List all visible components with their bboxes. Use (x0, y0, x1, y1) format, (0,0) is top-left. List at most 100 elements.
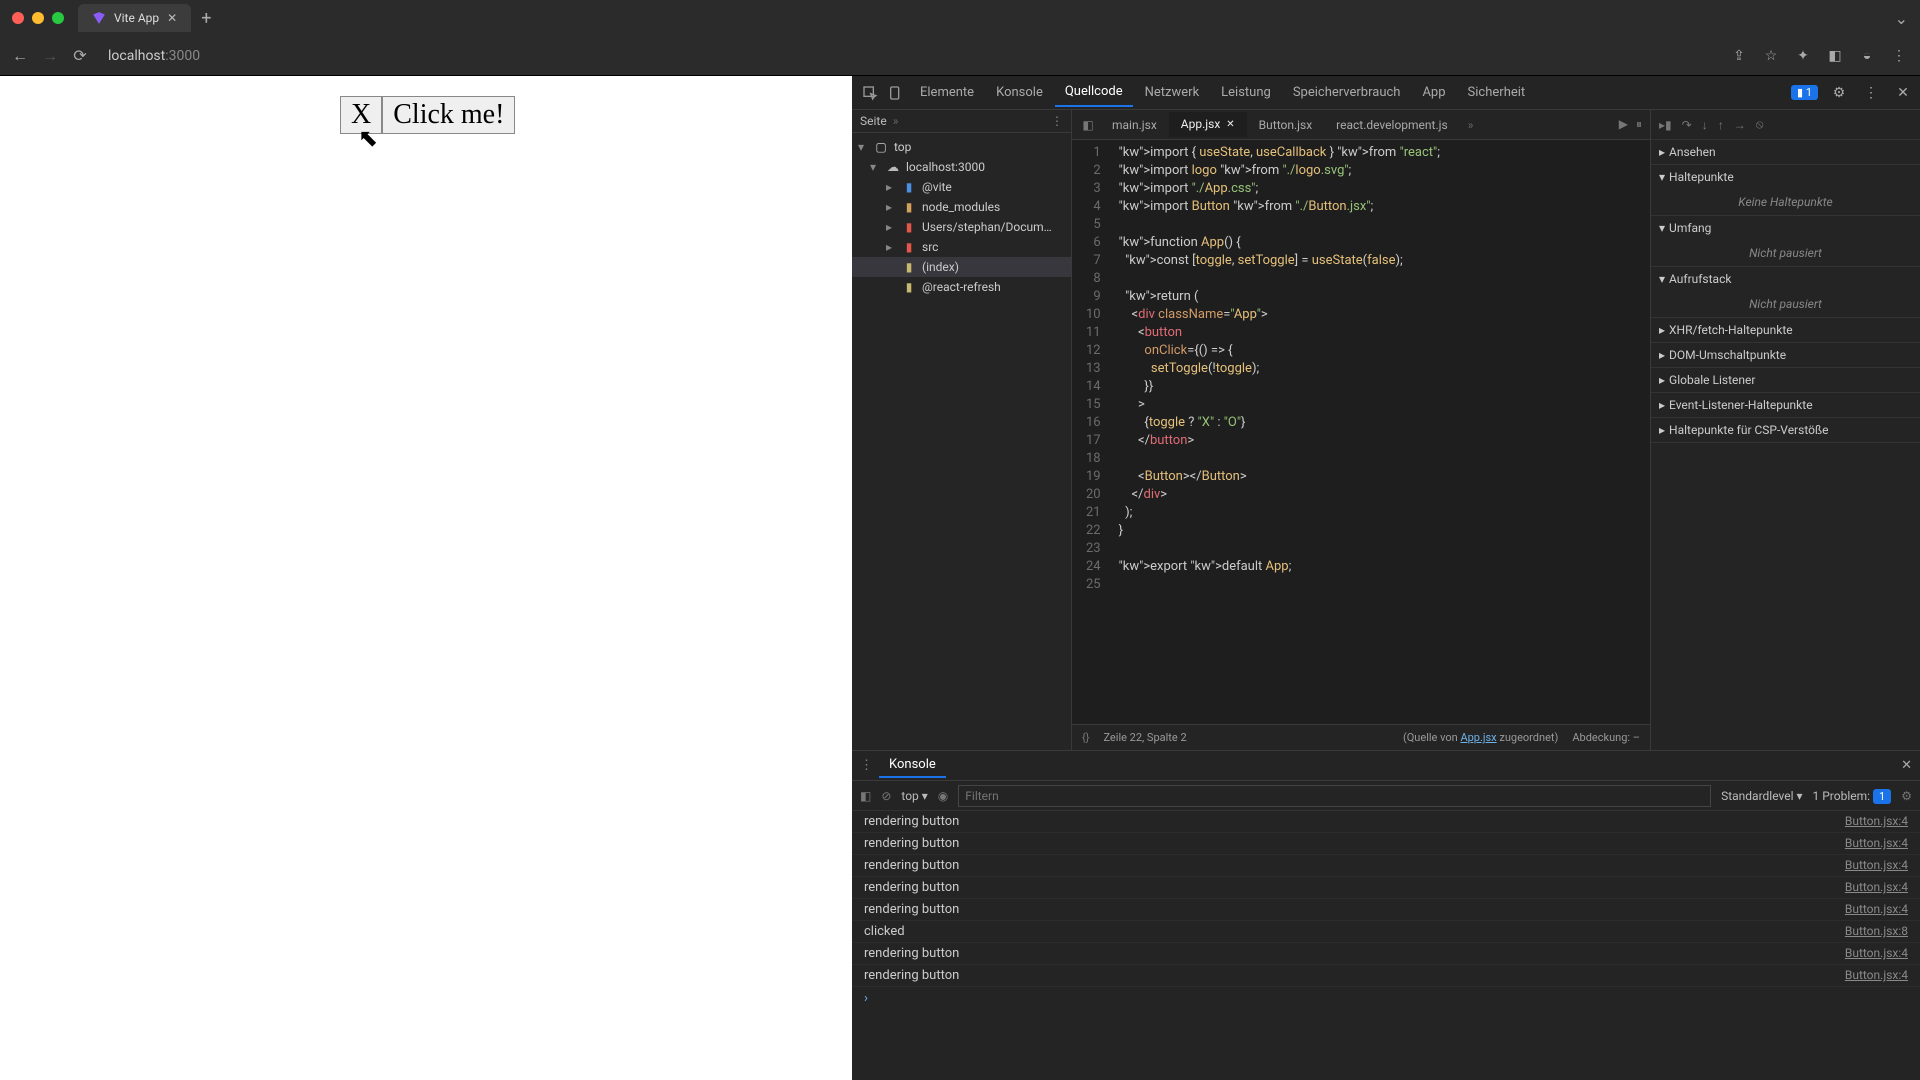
tree-item[interactable]: ▸▮src (852, 237, 1071, 257)
drawer-menu-icon[interactable]: ⋮ (860, 758, 873, 773)
browser-tab-bar: Vite App ✕ + (78, 0, 211, 36)
window-title-bar: Vite App ✕ + ⌄ (0, 0, 1920, 36)
console-sidebar-toggle-icon[interactable]: ◧ (860, 789, 871, 803)
editor-tab[interactable]: Button.jsx (1247, 113, 1324, 137)
console-log-row: rendering buttonButton.jsx:4 (852, 899, 1920, 921)
step-icon[interactable]: → (1734, 118, 1746, 132)
profile-icon[interactable]: ◒ (1856, 47, 1878, 64)
source-map-link[interactable]: App.jsx (1460, 731, 1496, 744)
chevron-right-icon[interactable]: » (893, 114, 899, 128)
log-source-link[interactable]: Button.jsx:4 (1845, 968, 1908, 983)
close-window-icon[interactable] (12, 12, 24, 24)
console-drawer-tab[interactable]: Konsole (879, 753, 946, 778)
editor-body[interactable]: 1234567891011121314151617181920212223242… (1072, 140, 1650, 724)
step-into-icon[interactable]: ↓ (1702, 118, 1708, 132)
log-level-dropdown[interactable]: Standardlevel ▾ (1721, 789, 1802, 803)
devtools-tab-leistung[interactable]: Leistung (1211, 79, 1281, 106)
breakpoints-section[interactable]: ▾ Haltepunkte (1651, 165, 1920, 189)
more-icon[interactable]: ⋮ (1051, 114, 1063, 128)
editor-tab[interactable]: App.jsx✕ (1169, 112, 1247, 137)
deactivate-breakpoints-icon[interactable]: ⦸ (1756, 117, 1764, 132)
devtools-panel: ElementeKonsoleQuellcodeNetzwerkLeistung… (852, 76, 1920, 1080)
star-icon[interactable]: ☆ (1760, 48, 1782, 64)
devtools-tab-quellcode[interactable]: Quellcode (1055, 78, 1133, 107)
global-listeners-section[interactable]: ▸ Globale Listener (1651, 368, 1920, 392)
tree-item[interactable]: ▸▮@vite (852, 177, 1071, 197)
tree-item[interactable]: ▮@react-refresh (852, 277, 1071, 297)
reload-button[interactable]: ⟳ (70, 46, 90, 65)
back-button[interactable]: ← (10, 46, 30, 66)
console-log-row: rendering buttonButton.jsx:4 (852, 811, 1920, 833)
share-icon[interactable]: ⇪ (1728, 48, 1750, 64)
nav-toggle-icon[interactable]: ◧ (1076, 113, 1100, 137)
close-tab-icon[interactable]: ✕ (167, 11, 177, 25)
more-tabs-icon[interactable]: » (1460, 118, 1482, 132)
close-devtools-icon[interactable]: ✕ (1892, 85, 1914, 101)
editor-tab[interactable]: react.development.js (1324, 113, 1460, 137)
tree-item[interactable]: ▸▮node_modules (852, 197, 1071, 217)
editor-tab-bar: ◧ main.jsxApp.jsx✕Button.jsxreact.develo… (1072, 110, 1650, 140)
console-filter-input[interactable] (958, 785, 1711, 807)
forward-button: → (40, 46, 60, 66)
tree-item[interactable]: ▮(index) (852, 257, 1071, 277)
console-log-row: rendering buttonButton.jsx:4 (852, 833, 1920, 855)
run-icon[interactable]: ▶ (1619, 117, 1628, 132)
log-source-link[interactable]: Button.jsx:4 (1845, 814, 1908, 829)
console-prompt[interactable]: › (852, 987, 1920, 1010)
pretty-print-icon[interactable]: {} (1082, 731, 1089, 744)
console-drawer: ⋮ Konsole ✕ ◧ ⊘ top ▾ ◉ Standardlevel ▾ … (852, 750, 1920, 1080)
callstack-section[interactable]: ▾ Aufrufstack (1651, 267, 1920, 291)
new-tab-button[interactable]: + (201, 8, 211, 29)
resume-icon[interactable]: ▸▮ (1659, 118, 1672, 132)
close-drawer-icon[interactable]: ✕ (1901, 758, 1912, 773)
browser-tab-title: Vite App (114, 11, 159, 25)
step-over-icon[interactable]: ↷ (1682, 118, 1692, 132)
xhr-breakpoints-section[interactable]: ▸ XHR/fetch-Haltepunkte (1651, 318, 1920, 342)
scope-section[interactable]: ▾ Umfang (1651, 216, 1920, 240)
pause-icon[interactable]: ⏸ (1636, 117, 1642, 132)
file-nav-tab[interactable]: Seite (860, 114, 887, 128)
log-source-link[interactable]: Button.jsx:4 (1845, 836, 1908, 851)
devtools-tab-konsole[interactable]: Konsole (986, 79, 1053, 106)
csp-breakpoints-section[interactable]: ▸ Haltepunkte für CSP-Verstöße (1651, 418, 1920, 442)
devtools-tab-speicherverbrauch[interactable]: Speicherverbrauch (1283, 79, 1411, 106)
devtools-tab-elemente[interactable]: Elemente (910, 79, 984, 106)
watch-section[interactable]: ▸ Ansehen (1651, 140, 1920, 164)
editor-tab[interactable]: main.jsx (1100, 113, 1169, 137)
sidepanel-icon[interactable]: ◧ (1824, 48, 1846, 64)
log-source-link[interactable]: Button.jsx:8 (1845, 924, 1908, 939)
log-source-link[interactable]: Button.jsx:4 (1845, 880, 1908, 895)
console-settings-icon[interactable]: ⚙ (1901, 789, 1912, 803)
devtools-tab-app[interactable]: App (1412, 79, 1455, 106)
settings-icon[interactable]: ⚙ (1828, 85, 1850, 101)
tree-item[interactable]: ▸▮Users/stephan/Docum… (852, 217, 1071, 237)
chevron-down-icon[interactable]: ⌄ (1895, 9, 1908, 28)
tree-item[interactable]: ▾☁localhost:3000 (852, 157, 1071, 177)
devtools-tab-sicherheit[interactable]: Sicherheit (1458, 79, 1536, 106)
clear-console-icon[interactable]: ⊘ (881, 789, 891, 803)
log-source-link[interactable]: Button.jsx:4 (1845, 946, 1908, 961)
source-map-info: (Quelle von App.jsx zugeordnet) (1403, 731, 1558, 744)
click-me-button[interactable]: Click me! (382, 96, 515, 134)
console-context[interactable]: top ▾ (901, 789, 927, 803)
devtools-tab-netzwerk[interactable]: Netzwerk (1135, 79, 1210, 106)
issues-badge[interactable]: ▮ 1 (1791, 85, 1818, 100)
step-out-icon[interactable]: ↑ (1718, 118, 1724, 132)
address-bar[interactable]: localhost:3000 (100, 44, 208, 68)
more-icon[interactable]: ⋮ (1860, 85, 1882, 101)
dom-breakpoints-section[interactable]: ▸ DOM-Umschaltpunkte (1651, 343, 1920, 367)
menu-icon[interactable]: ⋮ (1888, 48, 1910, 64)
tree-item[interactable]: ▾▢top (852, 137, 1071, 157)
log-source-link[interactable]: Button.jsx:4 (1845, 902, 1908, 917)
event-listener-breakpoints-section[interactable]: ▸ Event-Listener-Haltepunkte (1651, 393, 1920, 417)
problems-count[interactable]: 1 Problem: 1 (1813, 789, 1892, 803)
element-picker-icon[interactable] (858, 81, 882, 105)
minimize-window-icon[interactable] (32, 12, 44, 24)
device-toggle-icon[interactable] (884, 81, 908, 105)
log-source-link[interactable]: Button.jsx:4 (1845, 858, 1908, 873)
live-expression-icon[interactable]: ◉ (938, 789, 948, 803)
maximize-window-icon[interactable] (52, 12, 64, 24)
browser-tab[interactable]: Vite App ✕ (78, 4, 191, 32)
extensions-icon[interactable]: ✦ (1792, 48, 1814, 64)
console-output[interactable]: rendering buttonButton.jsx:4rendering bu… (852, 811, 1920, 1080)
